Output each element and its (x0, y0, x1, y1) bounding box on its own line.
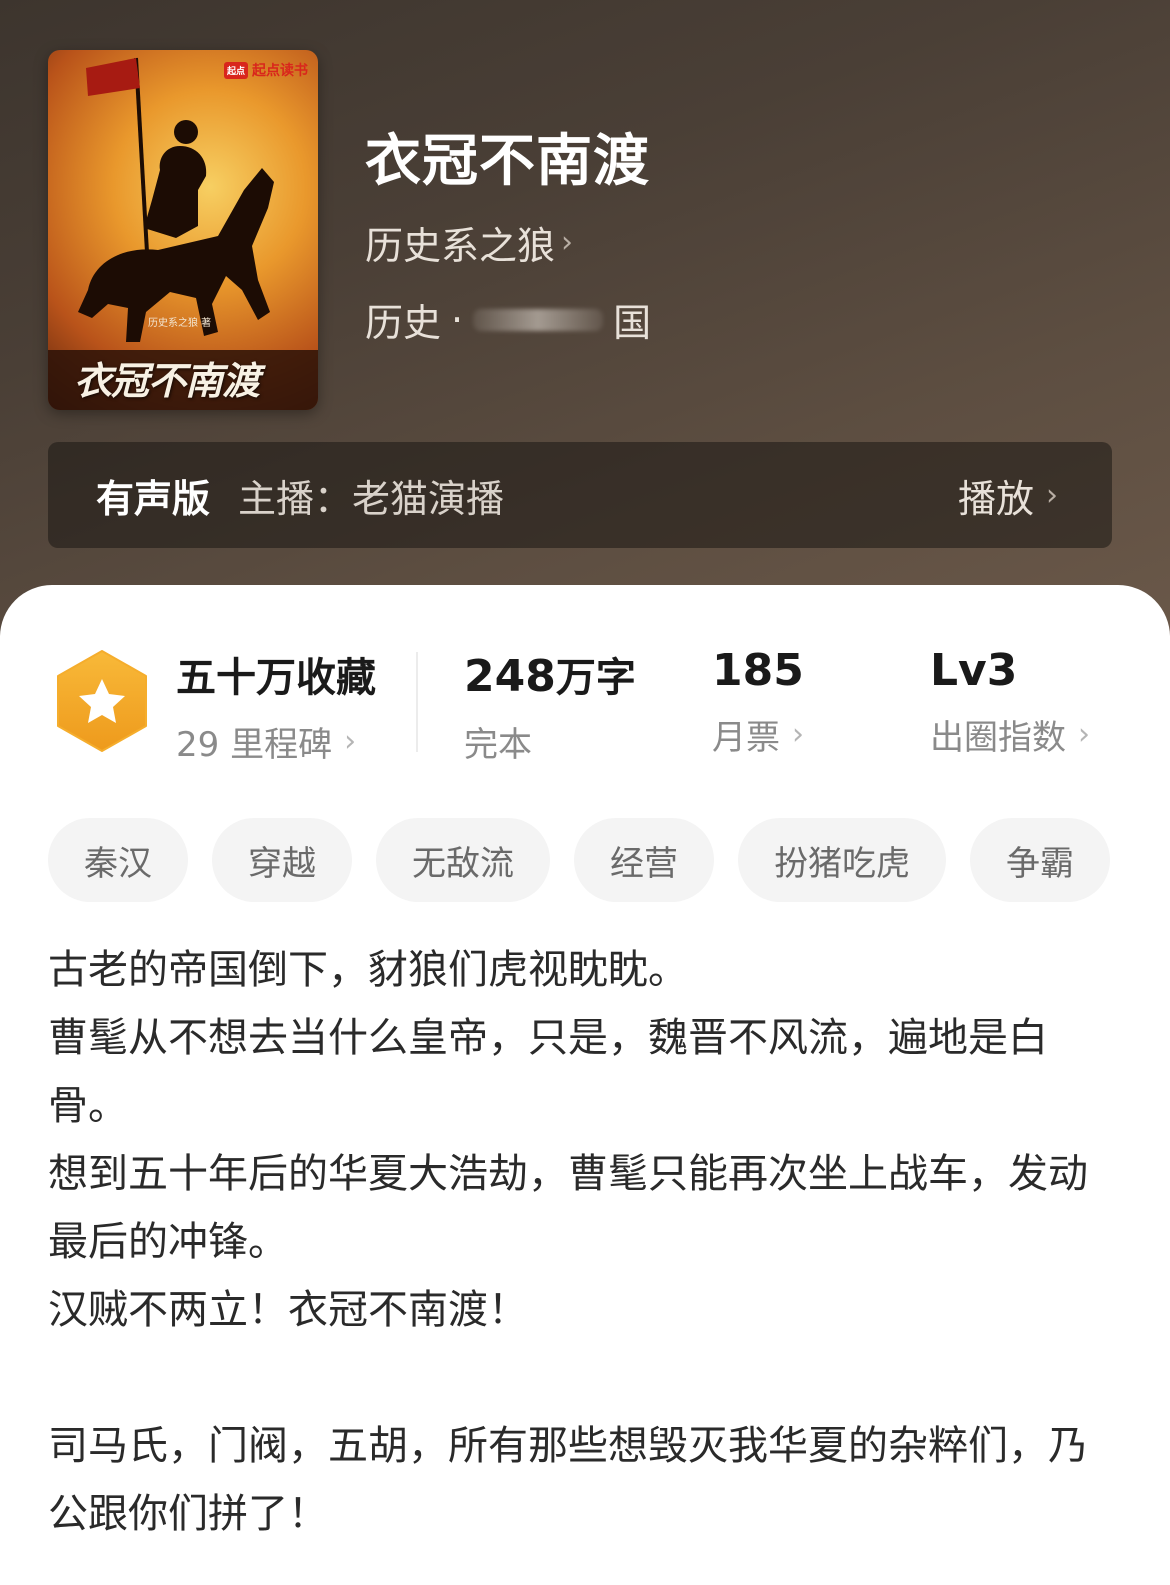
influence-level-value: Lv3 (930, 645, 1018, 696)
chevron-right-icon: › (561, 225, 574, 260)
book-title: 衣冠不南渡 (365, 129, 650, 194)
synopsis-paragraph: 古老的帝国倒下，豺狼们虎视眈眈。 (48, 947, 688, 993)
chevron-right-icon: › (1046, 477, 1058, 513)
audiobook-label: 有声版 (96, 476, 211, 521)
stat-monthly-tickets[interactable]: 185 月票 › (712, 645, 804, 759)
genre-label: 历史 (365, 301, 442, 345)
book-cover[interactable]: 起点 起点读书 历史系之狼 著 衣冠不南渡 (48, 50, 318, 410)
synopsis-paragraph: 司马氏，门阀，五胡，所有那些想毁灭我华夏的杂粹们，乃公跟你们拼了！ (48, 1423, 1088, 1537)
synopsis-paragraph: 汉贼不两立！衣冠不南渡！ (48, 1287, 528, 1333)
chevron-right-icon: › (344, 724, 357, 759)
synopsis-paragraph: 曹髦从不想去当什么皇帝，只是，魏晋不风流，遍地是白骨。 (48, 1015, 1048, 1129)
author-link[interactable]: 历史系之狼 › (365, 215, 573, 270)
stat-divider (416, 652, 418, 752)
play-button[interactable]: 播放 › (958, 468, 1058, 523)
author-name: 历史系之狼 (365, 224, 556, 268)
cover-author-credit: 历史系之狼 著 (148, 318, 212, 329)
stat-word-count: 248万字 完本 (464, 645, 636, 766)
tag-chip[interactable]: 经营 (574, 818, 714, 902)
tag-chip[interactable]: 秦汉 (48, 818, 188, 902)
cover-title: 衣冠不南渡 (74, 359, 260, 403)
influence-label: 出圈指数 (930, 718, 1066, 758)
blurred-subgenre (473, 308, 604, 331)
synopsis-paragraph: 想到五十年后的华夏大浩劫，曹髦只能再次坐上战车，发动最后的冲锋。 (48, 1151, 1088, 1265)
play-label: 播放 (957, 476, 1034, 521)
stat-collections[interactable]: 五十万收藏 29 里程碑 › (176, 645, 376, 766)
cover-brand-logo: 起点 起点读书 (223, 60, 308, 80)
monthly-ticket-label-row: 月票 › (712, 710, 804, 759)
genre-separator: · (451, 297, 464, 342)
audiobook-bar[interactable]: 有声版 主播：老猫演播 播放 › (48, 442, 1112, 548)
collections-value: 五十万收藏 (176, 655, 376, 701)
collections-label-row: 29 里程碑 › (176, 717, 376, 766)
audiobook-host: 主播：老猫演播 (238, 476, 505, 521)
tag-chip[interactable]: 扮猪吃虎 (738, 818, 946, 902)
chevron-right-icon: › (792, 717, 804, 752)
influence-label-row: 出圈指数 › (930, 710, 1090, 759)
star-badge-icon (57, 650, 147, 752)
tag-list: 秦汉 穿越 无敌流 经营 扮猪吃虎 争霸 (48, 818, 1138, 902)
monthly-ticket-label: 月票 (712, 718, 780, 758)
word-count-value: 248万字 (464, 651, 636, 702)
completion-status: 完本 (464, 725, 532, 765)
monthly-ticket-value: 185 (712, 645, 804, 696)
book-synopsis: 古老的帝国倒下，豺狼们虎视眈眈。 曹髦从不想去当什么皇帝，只是，魏晋不风流，遍地… (48, 936, 1123, 1548)
tag-chip[interactable]: 争霸 (970, 818, 1110, 902)
chevron-right-icon: › (1078, 717, 1090, 752)
subgenre-label: 国 (613, 301, 652, 345)
genre-row: 历史 · 国 (365, 292, 651, 347)
stat-influence-index[interactable]: Lv3 出圈指数 › (930, 645, 1090, 759)
tag-chip[interactable]: 穿越 (212, 818, 352, 902)
milestone-label: 29 里程碑 (176, 725, 333, 765)
tag-chip[interactable]: 无敌流 (376, 818, 550, 902)
